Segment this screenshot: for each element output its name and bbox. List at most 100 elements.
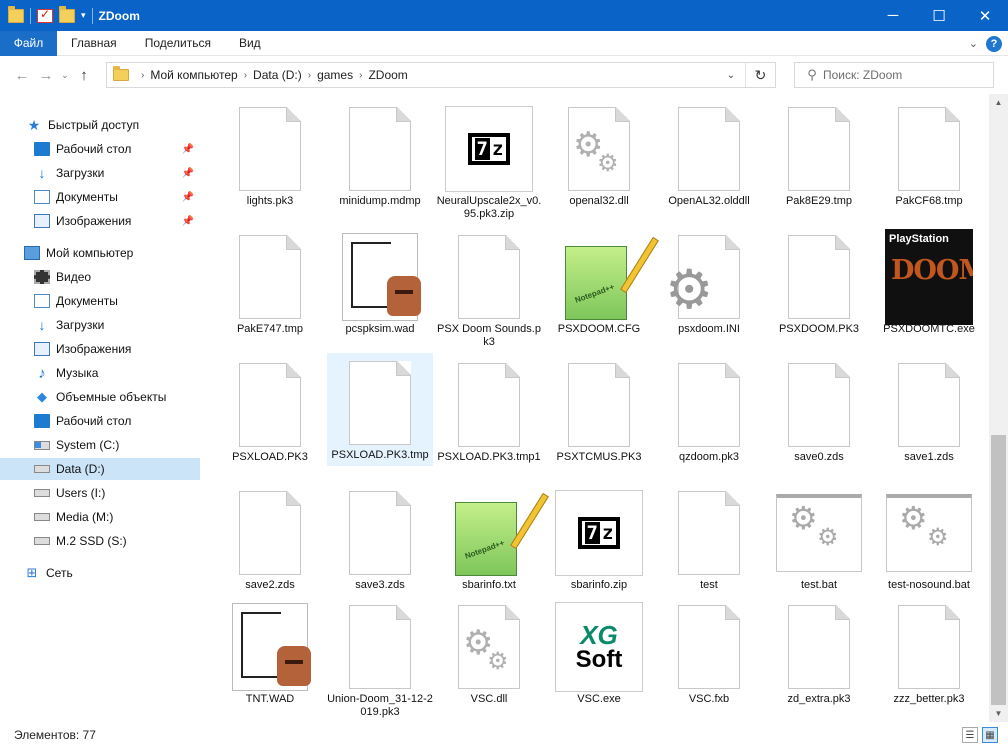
tab-view[interactable]: Вид (225, 31, 275, 56)
file-item[interactable]: test (656, 483, 762, 608)
address-dropdown-icon[interactable]: ⌄ (721, 63, 741, 87)
file-item[interactable]: PSXLOAD.PK3.tmp (327, 353, 433, 466)
sidebar-item-quick-access[interactable]: ★ Быстрый доступ (0, 114, 200, 136)
file-item[interactable]: save0.zds (766, 355, 872, 480)
file-item[interactable]: 7z sbarinfo.zip (546, 483, 652, 608)
breadcrumb-computer[interactable]: Мой компьютер (150, 68, 237, 82)
recent-locations-icon[interactable]: ⌄ (58, 63, 72, 87)
zip-glyph: z (602, 522, 614, 544)
file-item[interactable]: PSXDOOM.PK3 (766, 227, 872, 352)
chevron-right-icon[interactable]: › (244, 70, 247, 81)
file-item[interactable]: qzdoom.pk3 (656, 355, 762, 480)
file-icon (349, 491, 411, 575)
file-item[interactable]: XG Soft VSC.exe (546, 597, 652, 722)
file-item[interactable]: PSXLOAD.PK3.tmp1 (436, 355, 542, 480)
file-item[interactable]: Pak8E29.tmp (766, 99, 872, 224)
file-item[interactable]: OpenAL32.olddll (656, 99, 762, 224)
scrollbar-thumb[interactable] (991, 435, 1006, 705)
close-button[interactable]: ✕ (962, 0, 1008, 31)
file-item[interactable]: PSXLOAD.PK3 (217, 355, 323, 480)
breadcrumb-zdoom[interactable]: ZDoom (368, 68, 407, 82)
sidebar-item-network[interactable]: ⊞ Сеть (0, 562, 200, 584)
file-item[interactable]: minidump.mdmp (327, 99, 433, 224)
file-item[interactable]: ⚙ ⚙ test-nosound.bat (876, 483, 982, 608)
file-item[interactable]: ⚙ ⚙ test.bat (766, 483, 872, 608)
images-icon (34, 214, 50, 228)
file-item[interactable]: ⚙ ⚙ VSC.dll (436, 597, 542, 722)
tab-share[interactable]: Поделиться (131, 31, 225, 56)
file-item[interactable]: TNT.WAD (217, 597, 323, 722)
address-bar[interactable]: › Мой компьютер › Data (D:) › games › ZD… (106, 62, 776, 88)
properties-icon[interactable] (37, 7, 53, 23)
vertical-scrollbar[interactable]: ▲ ▼ (989, 94, 1008, 722)
file-item[interactable]: save3.zds (327, 483, 433, 608)
sidebar-item-documents[interactable]: Документы 📌 (0, 186, 200, 208)
tab-home[interactable]: Главная (57, 31, 131, 56)
sidebar-item-downloads[interactable]: ↓ Загрузки 📌 (0, 162, 200, 184)
pin-icon[interactable]: 📌 (182, 168, 194, 179)
sidebar-item-label: Документы (56, 190, 118, 204)
file-item[interactable]: PSXDOOM.CFG (546, 227, 659, 352)
file-item[interactable]: PSX Doom Sounds.pk3 (436, 227, 542, 352)
sidebar-item-video[interactable]: Видео (0, 266, 200, 288)
chevron-right-icon[interactable]: › (308, 70, 311, 81)
file-item[interactable]: PSXTCMUS.PK3 (546, 355, 652, 480)
sidebar-item-images[interactable]: Изображения 📌 (0, 210, 200, 232)
file-item[interactable]: sbarinfo.txt (436, 483, 549, 608)
chevron-right-icon[interactable]: › (141, 70, 144, 81)
refresh-button[interactable]: ↻ (745, 63, 775, 87)
sidebar-item-desktop[interactable]: Рабочий стол 📌 (0, 138, 200, 160)
help-icon[interactable]: ? (986, 35, 1002, 52)
large-icons-view-icon[interactable]: ▦ (982, 727, 998, 743)
sidebar-item-data-drive[interactable]: Data (D:) (0, 458, 200, 480)
forward-button[interactable]: → (34, 63, 58, 87)
expand-ribbon-icon[interactable]: ⌄ (969, 37, 978, 50)
chevron-right-icon[interactable]: › (359, 70, 362, 81)
file-item[interactable]: PakE747.tmp (217, 227, 323, 352)
new-folder-icon[interactable] (59, 5, 75, 23)
sidebar-item-system-drive[interactable]: System (C:) (0, 434, 200, 456)
file-item[interactable]: zzz_better.pk3 (876, 597, 982, 722)
breadcrumb-games[interactable]: games (317, 68, 353, 82)
file-item[interactable]: zd_extra.pk3 (766, 597, 872, 722)
sidebar-item-computer[interactable]: Мой компьютер (0, 242, 200, 264)
file-item[interactable]: ⚙ psxdoom.INI (656, 227, 762, 352)
sidebar-item-desktop-2[interactable]: Рабочий стол (0, 410, 200, 432)
pin-icon[interactable]: 📌 (182, 216, 194, 227)
file-item[interactable]: PlayStation DOOM PSXDOOMTC.exe (876, 227, 982, 352)
file-item[interactable]: ⚙ ⚙ openal32.dll (546, 99, 652, 224)
sidebar-item-users-drive[interactable]: Users (I:) (0, 482, 200, 504)
file-item[interactable]: Union-Doom_31-12-2019.pk3 (327, 597, 433, 722)
sidebar-item-downloads-2[interactable]: ↓ Загрузки (0, 314, 200, 336)
file-item[interactable]: 7z NeuralUpscale2x_v0.95.pk3.zip (436, 99, 542, 224)
file-item[interactable]: save1.zds (876, 355, 982, 480)
sidebar-item-music[interactable]: ♪ Музыка (0, 362, 200, 384)
back-button[interactable]: ← (10, 63, 34, 87)
file-item[interactable]: PakCF68.tmp (876, 99, 982, 224)
file-item[interactable]: save2.zds (217, 483, 323, 608)
tab-file[interactable]: Файл (0, 30, 57, 56)
maximize-button[interactable]: ☐ (916, 0, 962, 31)
pin-icon[interactable]: 📌 (182, 192, 194, 203)
search-input[interactable] (823, 68, 983, 82)
file-name: OpenAL32.olddll (668, 195, 750, 207)
scroll-up-icon[interactable]: ▲ (989, 94, 1008, 111)
sidebar-item-documents-2[interactable]: Документы (0, 290, 200, 312)
scroll-down-icon[interactable]: ▼ (989, 705, 1008, 722)
file-item[interactable]: pcspksim.wad (327, 227, 433, 352)
file-thumbnail (775, 603, 863, 691)
details-view-icon[interactable]: ☰ (962, 727, 978, 743)
minimize-button[interactable]: ─ (870, 0, 916, 31)
search-box[interactable]: ⚲ (794, 62, 994, 88)
sidebar-item-ssd-drive[interactable]: M.2 SSD (S:) (0, 530, 200, 552)
customize-toolbar-icon[interactable]: ▾ (81, 10, 86, 21)
sidebar-item-images-2[interactable]: Изображения (0, 338, 200, 360)
file-item[interactable]: VSC.fxb (656, 597, 762, 722)
up-button[interactable]: ↑ (72, 63, 96, 87)
sidebar-item-3d-objects[interactable]: ◆ Объемные объекты (0, 386, 200, 408)
file-thumbnail: 7z (555, 489, 643, 577)
pin-icon[interactable]: 📌 (182, 144, 194, 155)
file-item[interactable]: lights.pk3 (217, 99, 323, 224)
sidebar-item-media-drive[interactable]: Media (M:) (0, 506, 200, 528)
breadcrumb-data-drive[interactable]: Data (D:) (253, 68, 302, 82)
